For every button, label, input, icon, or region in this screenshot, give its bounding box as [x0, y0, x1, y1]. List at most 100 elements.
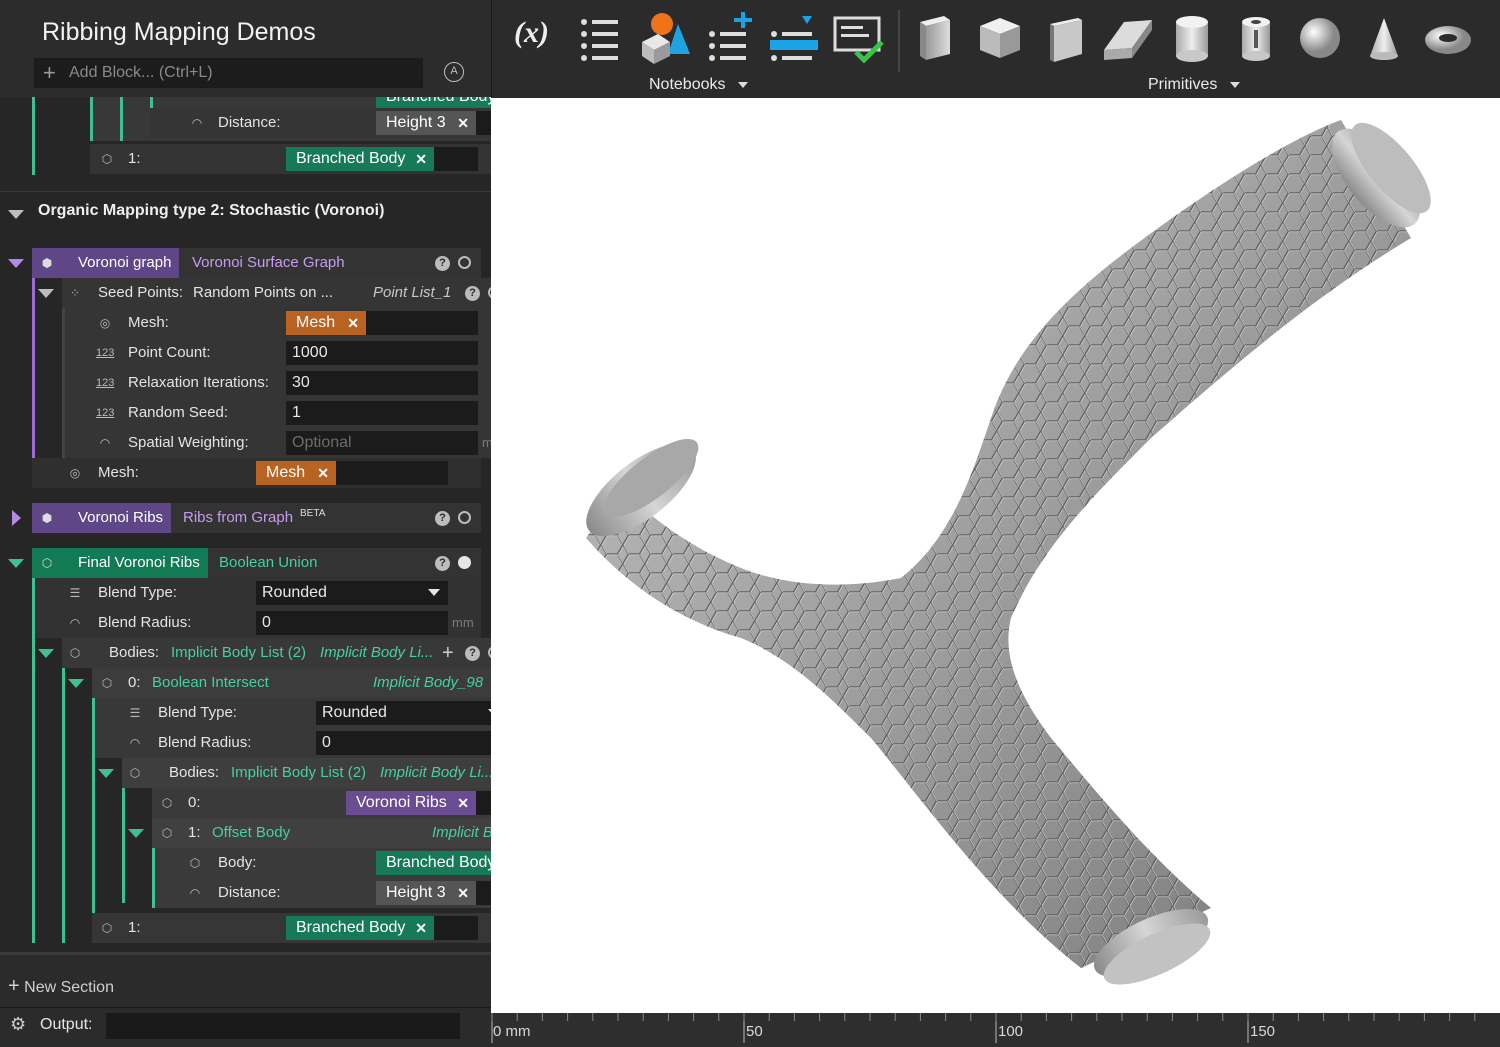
globe-icon: ◎ [99, 316, 111, 330]
blend-radius-label: Blend Radius: [98, 614, 192, 631]
cylinder-icon[interactable] [1166, 12, 1218, 64]
blend-radius-input[interactable]: 0 [256, 611, 448, 635]
outer-mesh-row: ◎ Mesh: Mesh ✕ [32, 458, 481, 488]
point-count-input[interactable]: 1000 [286, 341, 478, 365]
add-block-placeholder: Add Block... (Ctrl+L) [69, 64, 213, 81]
collapse-item0-icon[interactable] [68, 679, 84, 688]
number-icon: 123 [96, 377, 115, 389]
status-dot[interactable] [458, 256, 471, 269]
final-voronoi-type: Boolean Union [219, 554, 318, 571]
offset-body-header[interactable]: ⬡ 1: Offset Body Implicit Body_97 ? [152, 818, 491, 848]
height3-chip[interactable]: Height 3 ✕ [376, 111, 476, 135]
status-dot[interactable] [458, 556, 471, 569]
random-seed-input[interactable]: 1 [286, 401, 478, 425]
panel-header: Ribbing Mapping Demos + Add Block... (Ct… [0, 0, 491, 97]
collapse-voronoi-graph-icon[interactable] [8, 259, 24, 268]
mesh-chip[interactable]: Mesh ✕ [286, 311, 366, 335]
unit-label: mm [452, 615, 474, 630]
chevron-down-icon[interactable] [428, 589, 440, 596]
torus-icon[interactable] [1422, 12, 1474, 64]
collapse-final-icon[interactable] [8, 559, 24, 568]
primitives-menu[interactable]: Primitives [1148, 76, 1217, 94]
variables-icon[interactable]: (x) [512, 12, 564, 64]
help-icon[interactable]: ? [435, 511, 450, 526]
voronoi-ribs-chip[interactable]: Voronoi Ribs ✕ [346, 791, 476, 815]
chevron-down-icon[interactable] [738, 82, 748, 88]
collapse-offset-icon[interactable] [128, 829, 144, 838]
index-label: 0: [128, 674, 141, 691]
blend-radius-row: ◠ Blend Radius: 0 mm [62, 608, 482, 638]
boolean-icon: ⬡ [41, 556, 53, 570]
blend-type-select[interactable]: Rounded [256, 581, 448, 605]
bodies-value: Implicit Body List (2) [171, 644, 307, 661]
spatial-weighting-input[interactable]: Optional [286, 431, 478, 455]
notebooks-menu[interactable]: Notebooks [649, 76, 726, 94]
add-icon[interactable]: + [442, 638, 454, 668]
bodies-label: Bodies: [169, 764, 220, 781]
item0-ref: Implicit Body_98 [373, 674, 484, 691]
list-icon[interactable] [576, 12, 628, 64]
relaxation-row: 123 Relaxation Iterations: 30 [92, 368, 482, 398]
section-collapse-icon[interactable] [8, 210, 24, 219]
sphere-icon[interactable] [1294, 12, 1346, 64]
bodies-row[interactable]: ⬡ Bodies: Implicit Body List (2) Implici… [62, 638, 491, 668]
pipe-icon[interactable] [1230, 12, 1282, 64]
checklist-icon[interactable] [832, 12, 884, 64]
seed-ref: Point List_1 [373, 284, 452, 301]
branched-body-chip[interactable]: Branched Body✕ [286, 147, 434, 171]
body-icon: ⬡ [189, 856, 201, 870]
collapse-inner-bodies-icon[interactable] [98, 769, 114, 778]
collapse-bodies-icon[interactable] [38, 649, 54, 658]
expand-voronoi-ribs-icon[interactable] [12, 510, 21, 526]
branched-lattice-model[interactable] [491, 98, 1500, 1013]
blend-type-select[interactable]: Rounded [316, 701, 491, 725]
box-icon[interactable] [910, 12, 962, 64]
offset-body-row: ⬡ Body: Branched Body✕ [182, 848, 491, 878]
seed-points-row[interactable]: ⁘ Seed Points: Random Points on ... Poin… [62, 278, 491, 308]
item0-header[interactable]: ⬡ 0: Boolean Intersect Implicit Body_98 … [92, 668, 491, 698]
new-section-button[interactable]: + New Section [8, 975, 114, 998]
voronoi-graph-type: Voronoi Surface Graph [192, 254, 345, 271]
voronoi-ribs-header[interactable]: Voronoi Ribs ⬢ Ribs from Graph BETA ? [32, 503, 481, 533]
cone-icon[interactable] [1358, 12, 1410, 64]
section-title: Organic Mapping type 2: Stochastic (Voro… [38, 202, 385, 219]
bodies-ref: Implicit Body Li... [380, 764, 491, 781]
cube-icon[interactable] [974, 12, 1026, 64]
globe-icon: ◎ [69, 466, 81, 480]
blend-radius-input[interactable]: 0 [316, 731, 491, 755]
height3-chip[interactable]: Height 3 ✕ [376, 881, 476, 905]
help-icon[interactable]: ? [465, 286, 480, 301]
3d-viewport[interactable] [491, 98, 1500, 1013]
status-dot[interactable] [458, 511, 471, 524]
shapes-icon[interactable] [640, 12, 692, 64]
mesh-row: ◎ Mesh: Mesh ✕ [92, 308, 482, 338]
help-icon[interactable]: ? [435, 256, 450, 271]
branched-body-chip[interactable]: Branched Body✕ [286, 916, 434, 940]
chevron-down-icon[interactable] [1230, 82, 1240, 88]
panel-icon[interactable] [1038, 12, 1090, 64]
toolbar-separator [898, 10, 900, 72]
index-label: 1: [128, 150, 141, 167]
auto-run-icon[interactable]: A [444, 62, 464, 82]
mesh-chip[interactable]: Mesh ✕ [256, 461, 336, 485]
help-icon[interactable]: ? [435, 556, 450, 571]
ruler-label-150: 150 [1250, 1023, 1276, 1040]
relaxation-input[interactable]: 30 [286, 371, 478, 395]
help-icon[interactable]: ? [465, 646, 480, 661]
add-block-input[interactable]: + Add Block... (Ctrl+L) [34, 58, 423, 88]
insert-list-icon[interactable] [768, 12, 820, 64]
item0-blend-type-row: ☰ Blend Type: Rounded [122, 698, 491, 728]
item1-row: ⬡ 1: Branched Body ✕ [92, 913, 491, 943]
final-voronoi-name[interactable]: Final Voronoi Ribs [32, 548, 208, 578]
points-icon: ⁘ [69, 286, 81, 300]
radius-icon: ◠ [69, 616, 81, 630]
wedge-icon[interactable] [1102, 12, 1154, 64]
collapse-seed-icon[interactable] [38, 289, 54, 298]
add-list-icon[interactable] [704, 12, 756, 64]
radius-icon: ◠ [191, 116, 203, 130]
branched-body-chip[interactable]: Branched Body✕ [376, 851, 491, 875]
output-field[interactable] [106, 1013, 460, 1039]
inner-bodies-row[interactable]: ⬡ Bodies: Implicit Body List (2) Implici… [122, 758, 491, 788]
voronoi-graph-header[interactable]: Voronoi graph ⬢ Voronoi Surface Graph ? [32, 248, 481, 278]
final-voronoi-header[interactable]: Final Voronoi Ribs ⬡ Boolean Union ? [32, 548, 481, 578]
